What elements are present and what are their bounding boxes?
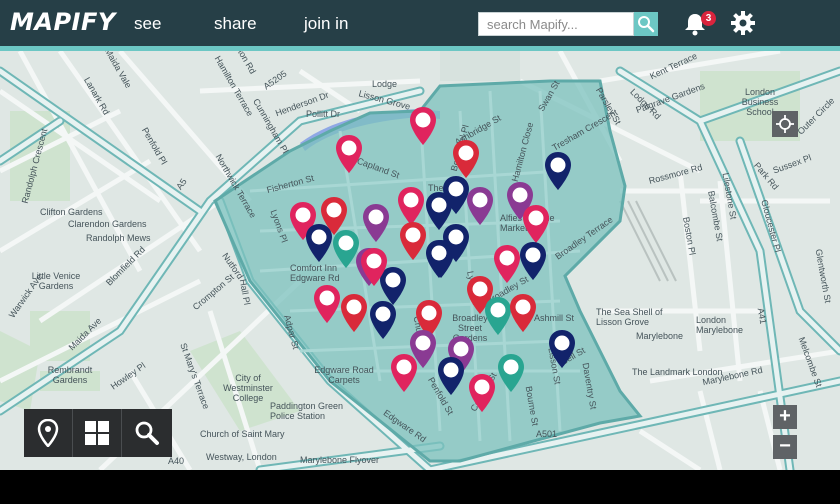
grid-view-tool[interactable] [73, 409, 122, 457]
search-button[interactable] [634, 12, 658, 36]
map-pin-marker[interactable] [493, 244, 521, 284]
nav-see[interactable]: see [134, 14, 161, 34]
map-pin-marker[interactable] [522, 204, 550, 244]
notification-badge: 3 [701, 11, 716, 26]
map-pin-marker[interactable] [544, 151, 572, 191]
drop-pin-tool[interactable] [24, 409, 73, 457]
settings-button[interactable] [730, 10, 756, 36]
map-pin-marker[interactable] [335, 134, 363, 174]
map-pin-marker[interactable] [468, 373, 496, 413]
map-pin-marker[interactable] [409, 106, 437, 146]
nav-share[interactable]: share [214, 14, 257, 34]
top-navigation-bar: MAPIFY see share join in 3 [0, 0, 840, 46]
gear-icon [731, 11, 755, 35]
map-pin-marker[interactable] [466, 186, 494, 226]
search-icon [135, 421, 159, 445]
map-pin-marker[interactable] [452, 139, 480, 179]
map-pin-marker[interactable] [425, 239, 453, 279]
zoom-in-button[interactable]: + [773, 405, 797, 429]
map-pin-marker[interactable] [340, 293, 368, 333]
map-pin-marker[interactable] [397, 186, 425, 226]
map-pin-marker[interactable] [360, 247, 388, 287]
map-pin-marker[interactable] [519, 241, 547, 281]
map-pin-marker[interactable] [313, 284, 341, 324]
map-pin-marker[interactable] [362, 203, 390, 243]
map-pin-marker[interactable] [437, 356, 465, 396]
map-pin-icon [37, 419, 59, 447]
search-tool[interactable] [122, 409, 171, 457]
bottom-black-bar [0, 470, 840, 504]
locate-me-button[interactable] [772, 111, 798, 137]
map-toolbar [24, 409, 172, 457]
mapify-logo[interactable]: MAPIFY [10, 8, 116, 36]
map-pin-marker[interactable] [390, 353, 418, 393]
map-pin-marker[interactable] [497, 353, 525, 393]
search-input[interactable] [478, 12, 634, 36]
grid-icon [85, 421, 109, 445]
map-pin-marker[interactable] [484, 296, 512, 336]
map-view[interactable]: Lodge Lisson Grove A5205 Hamilton Terrac… [0, 51, 840, 470]
crosshair-icon [776, 115, 794, 133]
map-pin-marker[interactable] [369, 300, 397, 340]
nav-join-in[interactable]: join in [304, 14, 348, 34]
map-pin-marker[interactable] [399, 221, 427, 261]
zoom-out-button[interactable]: − [773, 435, 797, 459]
map-pin-marker[interactable] [509, 293, 537, 333]
search-icon [638, 16, 655, 33]
map-pin-marker[interactable] [305, 223, 333, 263]
map-pin-marker[interactable] [548, 329, 576, 369]
